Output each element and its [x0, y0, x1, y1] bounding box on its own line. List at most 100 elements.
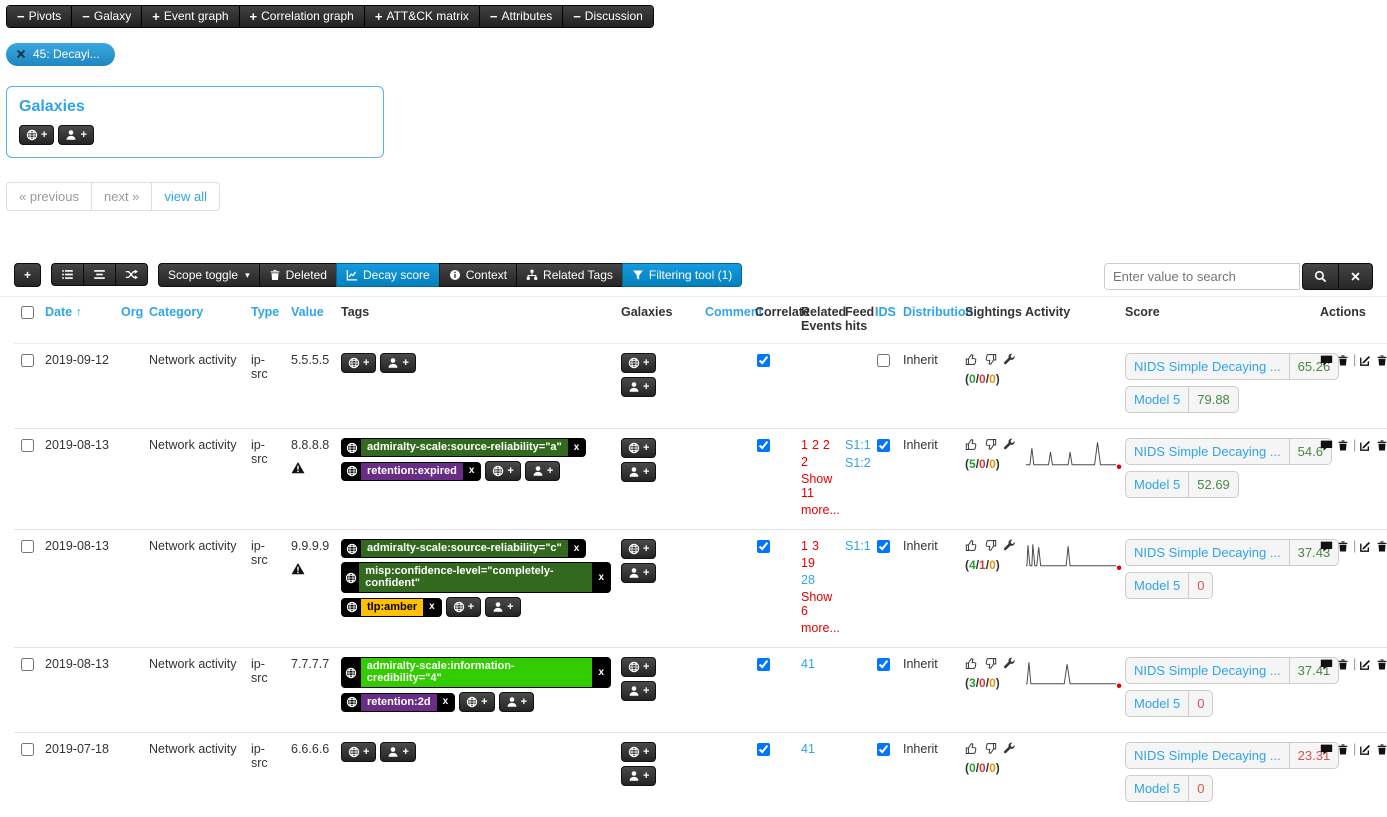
tag-chip[interactable]: admiralty-scale:source-reliability="a"x [341, 438, 586, 457]
delete-attribute-button[interactable] [1376, 540, 1387, 553]
related-event-link[interactable]: 28 [801, 573, 815, 587]
soft-delete-button[interactable] [1337, 540, 1349, 553]
add-person-button[interactable]: + [621, 681, 656, 701]
row-checkbox[interactable] [21, 658, 34, 671]
wrench-icon[interactable] [1003, 353, 1016, 366]
decay-score-badge[interactable]: NIDS Simple Decaying ...23.31 [1125, 742, 1339, 769]
add-globe-button[interactable]: + [621, 438, 656, 458]
edit-attribute-button[interactable] [1359, 658, 1372, 671]
add-person-button[interactable]: + [621, 766, 656, 786]
add-globe-button[interactable]: + [341, 742, 376, 762]
correlate-checkbox[interactable] [757, 540, 770, 553]
col-header-type[interactable]: Type [246, 297, 286, 344]
col-header-select-all[interactable] [14, 297, 40, 344]
add-person-button[interactable]: + [621, 563, 656, 583]
list-view-button[interactable] [51, 263, 83, 286]
edit-attribute-button[interactable] [1359, 354, 1372, 367]
col-header-date[interactable]: Date ↑ [40, 297, 116, 344]
add-person-button[interactable]: + [380, 353, 415, 373]
add-comment-button[interactable] [1320, 540, 1333, 553]
ids-checkbox[interactable] [877, 354, 890, 367]
add-comment-button[interactable] [1320, 354, 1333, 367]
attribute-value[interactable]: 7.7.7.7 [291, 657, 329, 671]
delete-attribute-button[interactable] [1376, 439, 1387, 452]
add-globe-button[interactable]: + [341, 353, 376, 373]
pivot-pill[interactable]: 45: Decayi... [6, 43, 115, 66]
nav-tab-correlation-graph[interactable]: +Correlation graph [240, 6, 365, 27]
attribute-value[interactable]: 9.9.9.9 [291, 539, 329, 553]
thumbs-up-icon[interactable] [965, 539, 978, 552]
add-globe-button[interactable]: + [621, 742, 656, 762]
nav-tab-att-ck-matrix[interactable]: +ATT&CK matrix [365, 6, 480, 27]
add-person-button[interactable]: + [621, 462, 656, 482]
proposal-view-button[interactable] [83, 263, 115, 286]
attribute-value[interactable]: 8.8.8.8 [291, 438, 329, 452]
select-all-checkbox[interactable] [21, 306, 34, 319]
filtering-tool-button[interactable]: Filtering tool (1) [622, 263, 742, 287]
correlate-checkbox[interactable] [757, 658, 770, 671]
add-globe-button[interactable]: + [446, 597, 481, 617]
search-button[interactable] [1302, 263, 1339, 290]
decay-score-badge[interactable]: Model 552.69 [1125, 471, 1239, 498]
add-comment-button[interactable] [1320, 743, 1333, 756]
decay-score-badge[interactable]: NIDS Simple Decaying ...54.6 [1125, 438, 1332, 465]
decay-score-badge[interactable]: NIDS Simple Decaying ...65.26 [1125, 353, 1339, 380]
tag-chip[interactable]: misp:confidence-level="completely-confid… [341, 562, 611, 593]
related-event-link[interactable]: 2 [823, 438, 830, 452]
thumbs-down-icon[interactable] [984, 539, 997, 552]
context-button[interactable]: Context [439, 263, 516, 287]
remove-tag-button[interactable]: x [592, 658, 610, 687]
add-globe-button[interactable]: + [621, 539, 656, 559]
add-person-button[interactable]: + [380, 742, 415, 762]
delete-attribute-button[interactable] [1376, 354, 1387, 367]
delete-attribute-button[interactable] [1376, 658, 1387, 671]
tag-chip[interactable]: tlp:amberx [341, 598, 442, 617]
thumbs-down-icon[interactable] [984, 657, 997, 670]
nav-tab-galaxy[interactable]: −Galaxy [72, 6, 142, 27]
search-input[interactable] [1104, 263, 1300, 290]
deleted-button[interactable]: Deleted [259, 263, 336, 287]
nav-tab-attributes[interactable]: −Attributes [480, 6, 563, 27]
add-person-button[interactable]: + [485, 597, 520, 617]
add-person-button[interactable]: + [525, 461, 560, 481]
ids-checkbox[interactable] [877, 540, 890, 553]
wrench-icon[interactable] [1003, 539, 1016, 552]
row-checkbox[interactable] [21, 540, 34, 553]
correlate-checkbox[interactable] [757, 439, 770, 452]
wrench-icon[interactable] [1003, 657, 1016, 670]
remove-tag-button[interactable]: x [463, 463, 481, 480]
soft-delete-button[interactable] [1337, 354, 1349, 367]
soft-delete-button[interactable] [1337, 439, 1349, 452]
thumbs-up-icon[interactable] [965, 353, 978, 366]
tag-chip[interactable]: admiralty-scale:source-reliability="c"x [341, 539, 586, 558]
related-event-link[interactable]: Show 6 [801, 590, 832, 618]
remove-tag-button[interactable]: x [568, 540, 586, 557]
feed-hit-link[interactable]: S1:1 [845, 438, 865, 452]
col-header-org[interactable]: Org [116, 297, 144, 344]
col-header-ids[interactable]: IDS [870, 297, 898, 344]
row-checkbox[interactable] [21, 743, 34, 756]
ids-checkbox[interactable] [877, 658, 890, 671]
add-globe-button[interactable]: + [485, 461, 520, 481]
wrench-icon[interactable] [1003, 438, 1016, 451]
remove-tag-button[interactable]: x [592, 563, 610, 592]
related-event-link[interactable]: 2 [801, 455, 808, 469]
related-event-link[interactable]: more... [801, 621, 840, 635]
nav-tab-event-graph[interactable]: +Event graph [142, 6, 239, 27]
remove-tag-button[interactable]: x [437, 694, 455, 711]
correlate-checkbox[interactable] [757, 743, 770, 756]
related-event-link[interactable]: Show 11 [801, 472, 832, 500]
view-all-button[interactable]: view all [152, 182, 220, 211]
edit-attribute-button[interactable] [1359, 540, 1372, 553]
correlate-checkbox[interactable] [757, 354, 770, 367]
remove-tag-button[interactable]: x [568, 439, 586, 456]
soft-delete-button[interactable] [1337, 658, 1349, 671]
thumbs-up-icon[interactable] [965, 742, 978, 755]
close-icon[interactable] [16, 49, 26, 59]
related-event-link[interactable]: more... [801, 503, 840, 517]
add-globe-button[interactable]: + [459, 692, 494, 712]
related-event-link[interactable]: 1 [801, 438, 808, 452]
decay-score-badge[interactable]: Model 50 [1125, 572, 1213, 599]
edit-attribute-button[interactable] [1359, 439, 1372, 452]
col-header-comment[interactable]: Comment [700, 297, 750, 344]
